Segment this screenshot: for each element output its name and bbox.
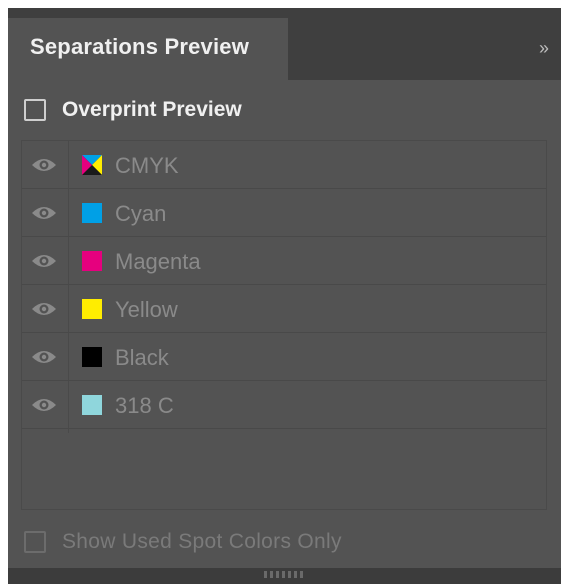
- overprint-preview-option[interactable]: Overprint Preview: [24, 96, 242, 124]
- ink-list: CMYK Cyan Magenta Yellow Black 318 C: [21, 140, 547, 510]
- ink-row-black[interactable]: Black: [22, 333, 546, 381]
- ink-row-yellow[interactable]: Yellow: [22, 285, 546, 333]
- resize-grip-icon[interactable]: [264, 571, 306, 578]
- black-swatch: [82, 347, 102, 367]
- ink-name: Magenta: [115, 249, 201, 274]
- spot-318c-swatch: [82, 395, 102, 415]
- cmyk-swatch-icon: [82, 155, 102, 175]
- ink-name: CMYK: [115, 153, 179, 178]
- show-used-spot-colors-label[interactable]: Show Used Spot Colors Only: [62, 530, 342, 554]
- overprint-preview-checkbox[interactable]: [24, 99, 46, 121]
- eye-icon[interactable]: [31, 300, 57, 318]
- ink-row-318c[interactable]: 318 C: [22, 381, 546, 429]
- cyan-swatch: [82, 203, 102, 223]
- show-used-spot-colors-option[interactable]: Show Used Spot Colors Only: [24, 528, 342, 556]
- ink-name: Cyan: [115, 201, 167, 226]
- ink-name: Yellow: [115, 297, 178, 322]
- eye-icon[interactable]: [31, 252, 57, 270]
- ink-name: 318 C: [115, 393, 174, 418]
- ink-name: Black: [115, 345, 169, 370]
- collapse-panel-icon[interactable]: ››: [539, 38, 549, 59]
- overprint-preview-label[interactable]: Overprint Preview: [62, 98, 242, 122]
- ink-row-cyan[interactable]: Cyan: [22, 189, 546, 237]
- eye-icon[interactable]: [31, 348, 57, 366]
- eye-icon[interactable]: [31, 204, 57, 222]
- ink-row-magenta[interactable]: Magenta: [22, 237, 546, 285]
- panel-bottom-bar: [8, 568, 561, 584]
- show-used-spot-colors-checkbox[interactable]: [24, 531, 46, 553]
- panel-tab-bar: Separations Preview ››: [8, 8, 561, 80]
- separations-preview-panel: Separations Preview ›› Overprint Preview…: [8, 8, 561, 584]
- yellow-swatch: [82, 299, 102, 319]
- ink-row-cmyk[interactable]: CMYK: [22, 141, 546, 189]
- eye-icon[interactable]: [31, 396, 57, 414]
- eye-icon[interactable]: [31, 156, 57, 174]
- magenta-swatch: [82, 251, 102, 271]
- panel-title[interactable]: Separations Preview: [30, 34, 249, 60]
